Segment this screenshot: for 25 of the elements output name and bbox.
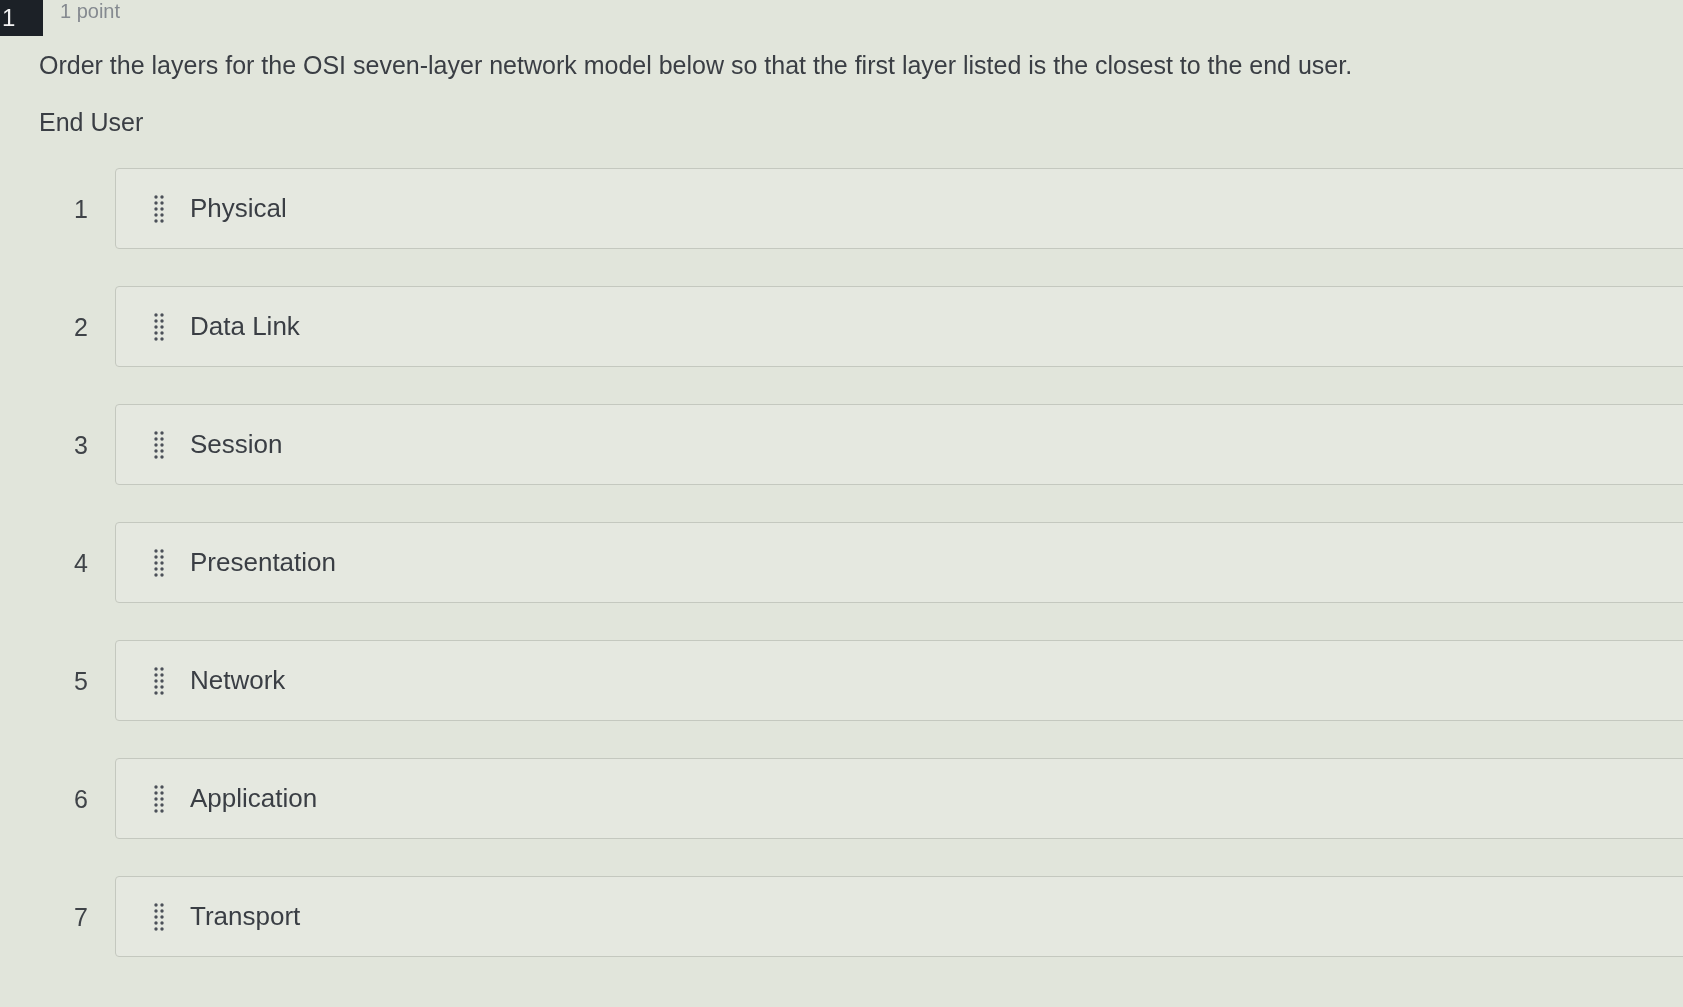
position-number: 1	[73, 193, 88, 225]
sortable-item[interactable]: Presentation	[115, 522, 1683, 603]
drag-handle-icon[interactable]	[154, 312, 164, 341]
position-number: 4	[73, 547, 88, 579]
position-number: 3	[73, 429, 88, 461]
position-number: 2	[73, 311, 88, 343]
drag-handle-icon[interactable]	[154, 430, 164, 459]
position-number: 7	[73, 901, 88, 933]
sortable-item[interactable]: Physical	[115, 168, 1683, 249]
position-number: 6	[73, 783, 88, 815]
position-number: 5	[73, 665, 88, 697]
sortable-item[interactable]: Network	[115, 640, 1683, 721]
drag-handle-icon[interactable]	[154, 548, 164, 577]
sortable-item[interactable]: Data Link	[115, 286, 1683, 367]
question-number: 1	[0, 0, 43, 36]
drag-handle-icon[interactable]	[154, 902, 164, 931]
end-user-label: End User	[39, 107, 144, 138]
drag-handle-icon[interactable]	[154, 784, 164, 813]
sortable-item[interactable]: Session	[115, 404, 1683, 485]
question-prompt: Order the layers for the OSI seven-layer network model below so that the first layer listed is the closest to the end user.	[39, 50, 1353, 81]
points-label: 1 point	[60, 0, 121, 22]
sortable-item[interactable]: Application	[115, 758, 1683, 839]
sortable-item[interactable]: Transport	[115, 876, 1683, 957]
drag-handle-icon[interactable]	[154, 666, 164, 695]
drag-handle-icon[interactable]	[154, 194, 164, 223]
